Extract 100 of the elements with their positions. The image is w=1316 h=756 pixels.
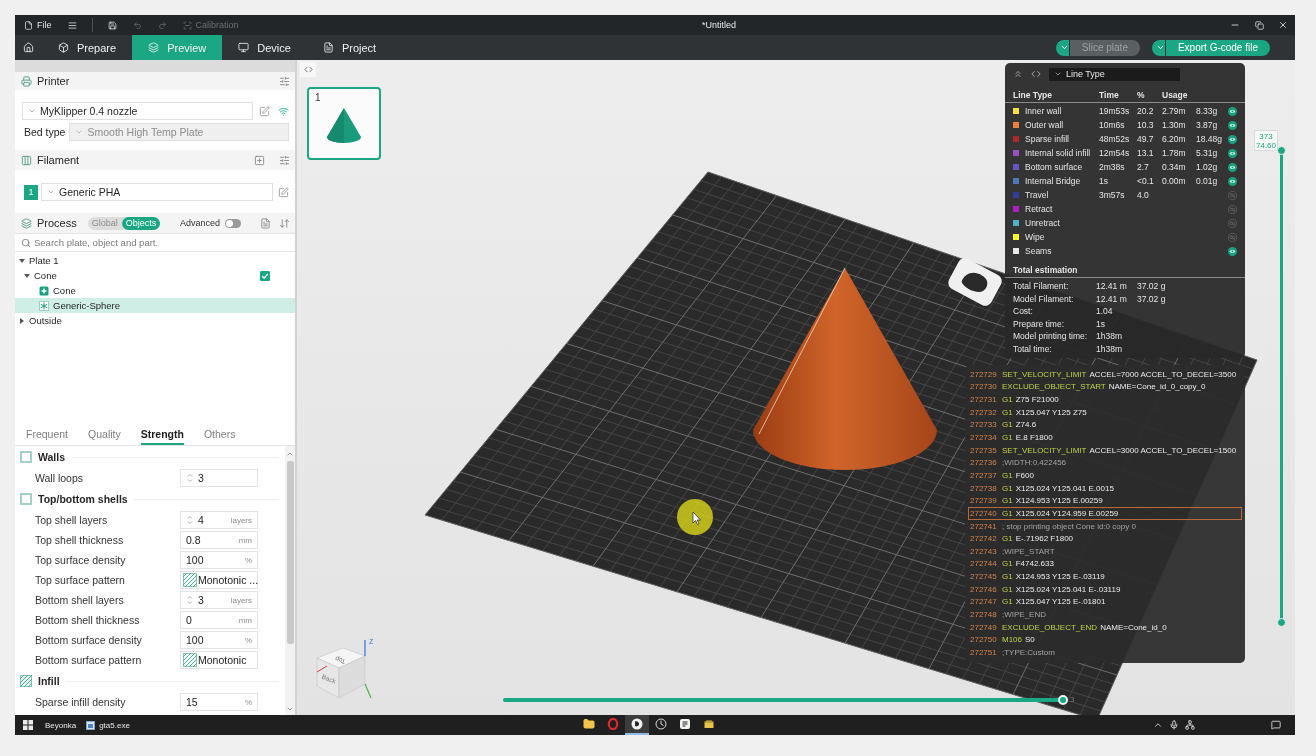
dropdown-button[interactable] xyxy=(1151,39,1165,56)
mic-icon[interactable] xyxy=(1169,720,1179,730)
taskbar-item[interactable]: Beyonka xyxy=(42,716,80,734)
code-icon[interactable] xyxy=(1031,69,1041,79)
slider-handle[interactable] xyxy=(1277,618,1286,627)
eye-icon[interactable] xyxy=(1228,176,1237,186)
option-label: Top surface pattern xyxy=(35,574,126,586)
table-cell-text: 18.48g xyxy=(1196,133,1223,146)
tree-item[interactable]: Cone xyxy=(15,283,295,298)
settings-tab[interactable]: Others xyxy=(203,424,236,445)
eye-icon[interactable] xyxy=(1228,106,1237,116)
wifi-icon[interactable] xyxy=(278,105,289,117)
caret-right-icon[interactable] xyxy=(19,317,25,324)
number-field[interactable]: 100 % xyxy=(180,631,258,649)
pattern-select[interactable]: Monotonic xyxy=(180,651,258,669)
spin-field[interactable]: 3 layers xyxy=(180,591,258,609)
edit-icon[interactable] xyxy=(259,105,270,117)
tree-item[interactable]: Cone xyxy=(15,268,295,283)
eye-off-icon[interactable] xyxy=(1228,190,1237,200)
gcode-params: X124.953 Y125 E.00259 xyxy=(1015,496,1103,506)
number-field[interactable]: 15 % xyxy=(180,693,258,711)
scroll-up-icon[interactable] xyxy=(286,450,294,458)
nav-tab[interactable]: Prepare xyxy=(42,35,133,60)
tree-item[interactable]: Plate 1 xyxy=(15,253,295,268)
unit-label: mm xyxy=(238,535,252,545)
double-chevron-up-icon[interactable] xyxy=(1013,69,1023,79)
dropdown-button[interactable] xyxy=(1055,39,1069,56)
pattern-select[interactable]: Monotonic ... xyxy=(180,571,258,589)
advanced-toggle[interactable] xyxy=(225,218,241,228)
number-field[interactable]: 0.8 mm xyxy=(180,531,258,549)
plate-number: 1 xyxy=(315,92,321,103)
filament-select[interactable]: Generic PHA xyxy=(41,183,273,201)
nav-tab[interactable]: Project xyxy=(306,35,393,60)
gcode-command: G1 xyxy=(1002,433,1013,442)
settings-tab[interactable]: Quality xyxy=(88,424,121,445)
settings-icon[interactable] xyxy=(279,75,290,87)
caret-down-icon[interactable] xyxy=(24,272,30,279)
file-button[interactable]: File xyxy=(19,16,57,34)
tree-item[interactable]: Outside xyxy=(15,313,295,328)
slider-handle[interactable] xyxy=(1058,694,1068,705)
line-type-label: Bottom surface xyxy=(1025,161,1084,174)
gcode-command: EXCLUDE_OBJECT_START xyxy=(1002,382,1106,392)
number-field[interactable]: 0 mm xyxy=(180,611,258,629)
checkbox[interactable] xyxy=(260,270,270,281)
edit-icon[interactable] xyxy=(278,186,289,198)
option-label: Bottom shell layers xyxy=(35,594,125,606)
eye-icon[interactable] xyxy=(1228,120,1237,130)
line-type-label: Sparse infill xyxy=(1025,133,1070,146)
printer-select[interactable]: MyKlipper 0.4 nozzle xyxy=(22,102,253,120)
line-number: 272736 xyxy=(970,458,998,468)
network-icon[interactable] xyxy=(1185,720,1195,730)
total-value: 12.41 m xyxy=(1096,280,1128,293)
spin-field[interactable]: 3 xyxy=(180,469,258,487)
selected-line-highlight[interactable]: 272740 G1 X125.024 Y124.959 E.00259 xyxy=(968,507,1242,520)
hatch-pattern-icon xyxy=(183,653,197,667)
plate-thumbnail[interactable]: 1 xyxy=(307,87,381,160)
document-icon[interactable] xyxy=(260,217,271,229)
slider-handle[interactable] xyxy=(1277,146,1286,155)
asterisk-square-icon xyxy=(39,300,49,311)
eye-icon[interactable] xyxy=(1228,246,1237,256)
eye-icon[interactable] xyxy=(1228,148,1237,158)
tree-item[interactable]: Generic-Sphere xyxy=(15,298,295,313)
gcode-command: G1 xyxy=(1002,584,1013,594)
line-number: 272732 xyxy=(970,407,998,417)
line-number: 272733 xyxy=(970,420,998,430)
number-field[interactable]: 100 % xyxy=(180,551,258,569)
chevron-up-icon[interactable] xyxy=(1153,720,1163,730)
eye-icon[interactable] xyxy=(1228,162,1237,172)
eye-off-icon[interactable] xyxy=(1228,232,1237,242)
up-down-arrows-icon[interactable] xyxy=(279,217,290,229)
scrollbar-thumb[interactable] xyxy=(286,461,294,644)
option-label: Top shell layers xyxy=(35,514,109,526)
eye-icon[interactable] xyxy=(1228,134,1237,144)
taskbar-app-button[interactable] xyxy=(625,715,649,735)
taskbar-item[interactable]: gta5.exe xyxy=(83,716,133,734)
view-type-select[interactable]: Line Type xyxy=(1049,67,1180,81)
panel-toggle-button[interactable] xyxy=(300,62,316,77)
home-icon xyxy=(23,42,34,53)
eye-off-icon[interactable] xyxy=(1228,218,1237,228)
gcode-command: G1 xyxy=(1002,470,1013,480)
table-cell-text: 8.33g xyxy=(1196,105,1219,118)
spin-field[interactable]: 4 layers xyxy=(180,511,258,529)
settings-tab[interactable]: Frequent xyxy=(26,424,69,445)
layer-number: 373 xyxy=(1259,131,1273,141)
speech-bubble-icon[interactable] xyxy=(1271,720,1281,730)
settings-icon[interactable] xyxy=(279,154,290,166)
gcode-params: F600 xyxy=(1015,470,1034,480)
add-icon[interactable] xyxy=(254,154,265,166)
scroll-down-icon[interactable] xyxy=(286,705,294,713)
caret-down-icon[interactable] xyxy=(19,257,25,264)
search-field[interactable]: Search plate, object and part. xyxy=(15,233,295,252)
table-cell-text: 20.2 xyxy=(1137,105,1155,118)
gcode-params: X125.024 Y125.041 E-.03119 xyxy=(1015,584,1121,594)
eye-off-icon[interactable] xyxy=(1228,204,1237,214)
nav-tab[interactable]: Device xyxy=(222,35,307,60)
layers-icon xyxy=(21,217,32,229)
monitor-icon xyxy=(238,42,250,53)
window-title: *Untitled xyxy=(702,20,737,30)
line-number: 272729 xyxy=(970,369,998,379)
settings-tab[interactable]: Strength xyxy=(140,424,184,445)
